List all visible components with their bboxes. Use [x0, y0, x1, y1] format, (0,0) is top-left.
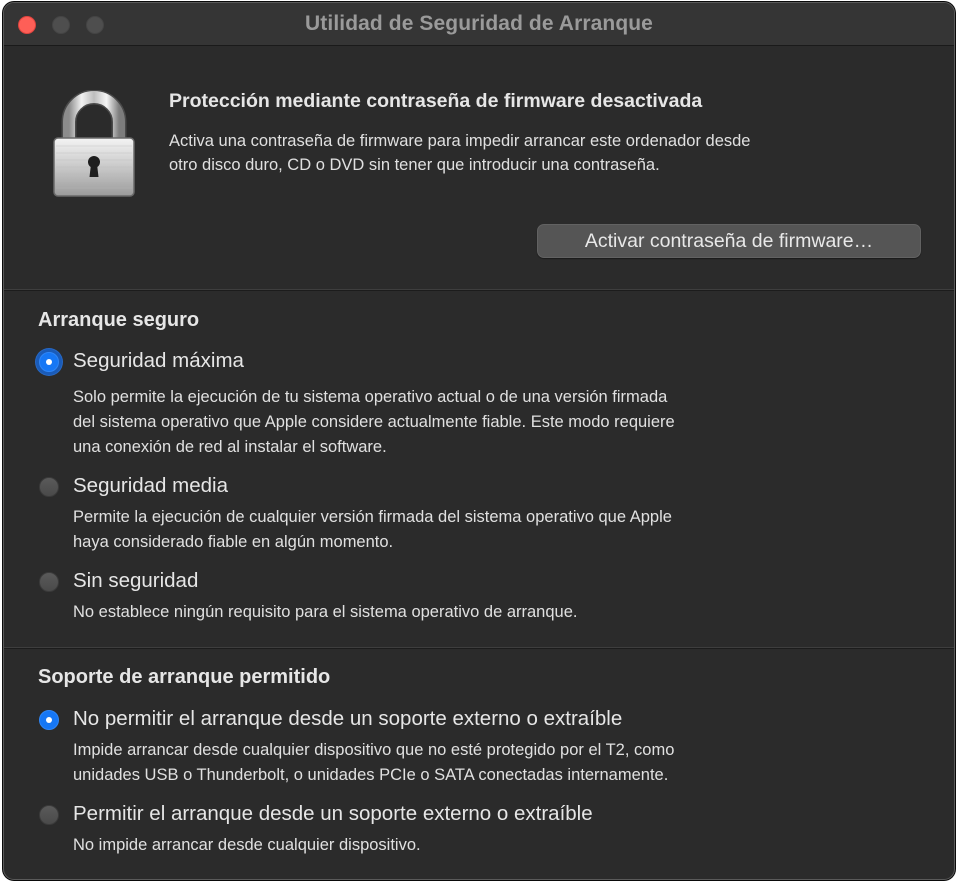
firmware-description-line: otro disco duro, CD o DVD sin tener que …: [169, 156, 660, 174]
divider: [4, 289, 954, 291]
description-line: del sistema operativo que Apple consider…: [73, 413, 675, 431]
lock-icon: [48, 89, 140, 198]
full-security-radio[interactable]: [39, 352, 59, 372]
window-title: Utilidad de Seguridad de Arranque: [305, 12, 653, 35]
divider: [4, 647, 954, 649]
secure-boot-title: Arranque seguro: [38, 309, 200, 331]
title-bar[interactable]: Utilidad de Seguridad de Arranque: [4, 3, 954, 46]
description-line: haya considerado fiable en algún momento…: [73, 533, 394, 551]
firmware-description-line: Activa una contraseña de firmware para i…: [169, 132, 751, 150]
boot-media-title: Soporte de arranque permitido: [38, 666, 331, 688]
disallow-external-boot-label[interactable]: No permitir el arranque desde un soporte…: [73, 707, 622, 731]
medium-security-description: Permite la ejecución de cualquier versió…: [73, 505, 853, 555]
window-content: Protección mediante contraseña de firmwa…: [4, 46, 954, 879]
disallow-external-boot-description: Impide arrancar desde cualquier disposit…: [73, 738, 853, 788]
description-line: Solo permite la ejecución de tu sistema …: [73, 388, 668, 406]
enable-firmware-password-button[interactable]: Activar contraseña de firmware…: [537, 224, 921, 258]
description-line: una conexión de red al instalar el softw…: [73, 438, 387, 456]
medium-security-label[interactable]: Seguridad media: [73, 474, 228, 498]
description-line: Impide arrancar desde cualquier disposit…: [73, 741, 675, 759]
description-line: No establece ningún requisito para el si…: [73, 603, 578, 621]
full-security-description: Solo permite la ejecución de tu sistema …: [73, 385, 853, 460]
allow-external-boot-label[interactable]: Permitir el arranque desde un soporte ex…: [73, 802, 593, 826]
firmware-description: Activa una contraseña de firmware para i…: [169, 129, 909, 177]
no-security-description: No establece ningún requisito para el si…: [73, 600, 853, 625]
disallow-external-boot-radio[interactable]: [39, 710, 59, 730]
description-line: No impide arrancar desde cualquier dispo…: [73, 836, 421, 854]
no-security-label[interactable]: Sin seguridad: [73, 569, 198, 593]
full-security-label[interactable]: Seguridad máxima: [73, 349, 244, 373]
allow-external-boot-radio[interactable]: [39, 805, 59, 825]
no-security-radio[interactable]: [39, 572, 59, 592]
startup-security-window: Utilidad de Seguridad de Arranque Protec…: [3, 2, 955, 880]
medium-security-radio[interactable]: [39, 477, 59, 497]
allow-external-boot-description: No impide arrancar desde cualquier dispo…: [73, 833, 853, 858]
description-line: Permite la ejecución de cualquier versió…: [73, 508, 672, 526]
description-line: unidades USB o Thunderbolt, o unidades P…: [73, 766, 669, 784]
firmware-status-heading: Protección mediante contraseña de firmwa…: [169, 90, 703, 112]
